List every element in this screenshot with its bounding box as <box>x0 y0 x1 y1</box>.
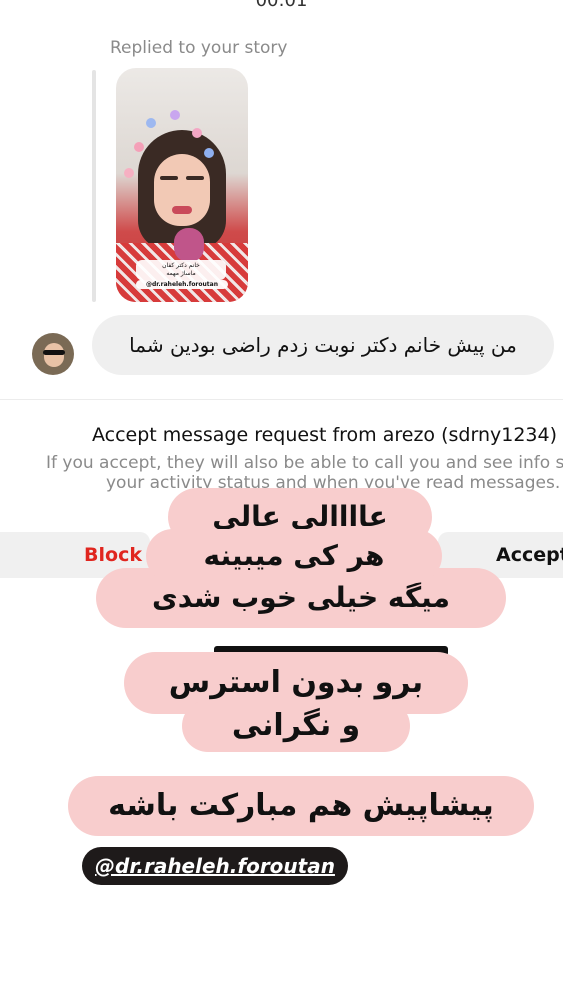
story-figure-brow <box>160 176 178 180</box>
sticker-text: هر کی میبینه <box>146 529 442 583</box>
message-bubble: من پیش خانم دکتر نوبت زدم راضی بودین شما <box>92 315 554 375</box>
request-title: Accept message request from arezo (sdrny… <box>91 424 557 446</box>
flower-sticker-icon <box>170 110 180 120</box>
request-info-line: If you accept, they will also be able to… <box>46 453 563 473</box>
story-reply-caption: Replied to your story <box>110 38 288 58</box>
story-figure-brow <box>186 176 204 180</box>
status-time: 00:01 <box>255 0 308 11</box>
story-figure-lips <box>172 206 192 214</box>
sticker-text: پیشاپیش هم مبارکت باشه <box>68 776 534 836</box>
divider <box>0 399 563 400</box>
flower-sticker-icon <box>204 148 214 158</box>
story-thumb-tag: @dr.raheleh.foroutan <box>136 280 228 289</box>
flower-sticker-icon <box>124 168 134 178</box>
reply-indicator-line <box>92 70 96 302</box>
story-roller-tool <box>174 228 204 262</box>
story-thumb-caption: خانم دکتر کفان ماساژ مهمه <box>136 260 226 280</box>
handle-tag[interactable]: @dr.raheleh.foroutan <box>82 847 348 885</box>
story-thumb-caption-line: ماساژ مهمه <box>166 270 196 277</box>
avatar-face <box>44 343 64 367</box>
flower-sticker-icon <box>146 118 156 128</box>
sticker-text: و نگرانی <box>182 700 410 752</box>
story-figure-face <box>154 154 210 226</box>
avatar[interactable] <box>32 333 74 375</box>
story-thumbnail[interactable]: خانم دکتر کفان ماساژ مهمه @dr.raheleh.fo… <box>116 68 248 302</box>
flower-sticker-icon <box>134 142 144 152</box>
story-thumb-caption-line: خانم دکتر کفان <box>162 262 200 269</box>
avatar-sunglasses <box>43 350 65 355</box>
flower-sticker-icon <box>192 128 202 138</box>
